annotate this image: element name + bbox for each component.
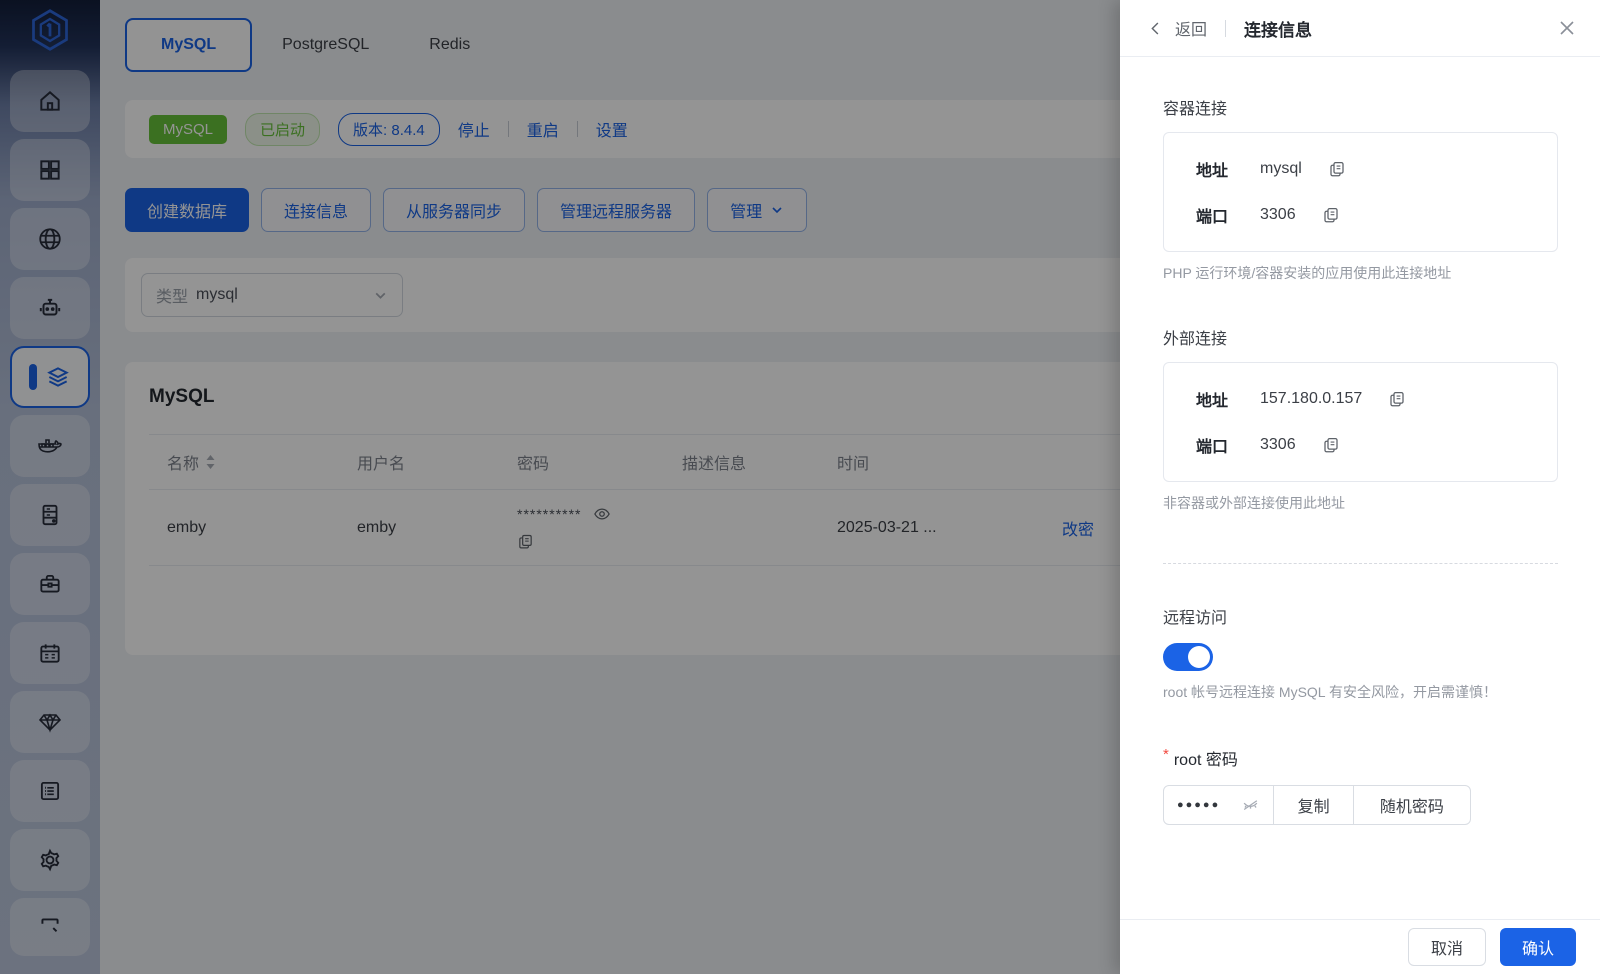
- toggle-knob: [1188, 646, 1210, 668]
- required-asterisk: *: [1163, 746, 1169, 763]
- remote-access-title: 远程访问: [1163, 610, 1228, 627]
- root-password-field[interactable]: ●●●●●: [1164, 786, 1273, 824]
- container-connection-hint: PHP 运行环境/容器安装的应用使用此连接地址: [1163, 265, 1452, 281]
- drawer-footer: 取消 确认: [1120, 919, 1600, 974]
- drawer-body: 容器连接 地址 mysql 端口 3306 PHP 运行环境/容器安装的应用使用…: [1120, 57, 1600, 919]
- copy-icon[interactable]: [1322, 436, 1340, 454]
- drawer-header: 返回 连接信息: [1120, 0, 1600, 57]
- port-row: 端口 3306: [1164, 192, 1557, 238]
- copy-icon[interactable]: [1328, 160, 1346, 178]
- external-connection-hint: 非容器或外部连接使用此地址: [1163, 495, 1345, 511]
- password-dots: ●●●●●: [1177, 799, 1221, 811]
- eye-off-icon[interactable]: [1241, 796, 1260, 815]
- close-icon[interactable]: [1558, 19, 1576, 37]
- container-connection-title: 容器连接: [1163, 101, 1228, 118]
- copy-password-button[interactable]: 复制: [1273, 786, 1352, 824]
- drawer-title: 连接信息: [1244, 20, 1313, 40]
- back-button[interactable]: 返回: [1146, 16, 1207, 40]
- random-password-button[interactable]: 随机密码: [1352, 786, 1470, 824]
- address-row: 地址 mysql: [1164, 146, 1557, 192]
- dashed-divider: [1163, 563, 1558, 564]
- address-row: 地址 157.180.0.157: [1164, 376, 1557, 422]
- confirm-button[interactable]: 确认: [1499, 928, 1576, 966]
- remote-access-hint: root 帐号远程连接 MySQL 有安全风险，开启需谨慎！: [1163, 684, 1497, 700]
- arrow-left-icon: [1146, 19, 1165, 38]
- root-password-group: ●●●●● 复制 随机密码: [1163, 785, 1471, 825]
- container-connection-card: 地址 mysql 端口 3306: [1163, 132, 1558, 252]
- external-connection-title: 外部连接: [1163, 331, 1228, 348]
- copy-icon[interactable]: [1388, 390, 1406, 408]
- connection-info-drawer: 返回 连接信息 容器连接 地址 mysql 端口 3306 PHP 运行环境/容…: [1120, 0, 1600, 974]
- external-connection-card: 地址 157.180.0.157 端口 3306: [1163, 362, 1558, 482]
- remote-access-toggle[interactable]: [1163, 643, 1213, 671]
- divider: [1225, 19, 1227, 37]
- external-port-value: 3306: [1260, 436, 1296, 453]
- copy-icon[interactable]: [1322, 206, 1340, 224]
- container-address-value: mysql: [1260, 160, 1302, 177]
- root-password-label: * root 密码: [1163, 746, 1238, 769]
- port-row: 端口 3306: [1164, 422, 1557, 468]
- external-address-value: 157.180.0.157: [1260, 390, 1363, 407]
- cancel-button[interactable]: 取消: [1407, 928, 1486, 966]
- container-port-value: 3306: [1260, 206, 1296, 223]
